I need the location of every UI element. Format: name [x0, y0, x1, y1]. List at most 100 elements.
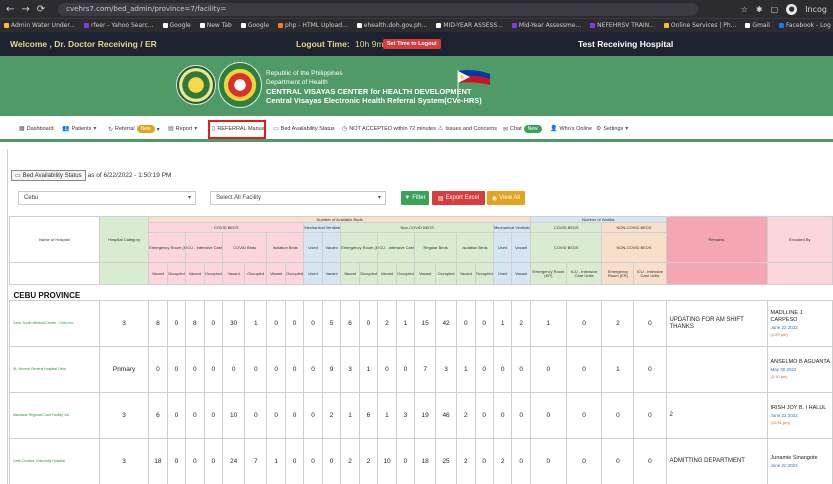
header-sub-label: Vacant — [414, 262, 437, 285]
table-row[interactable]: Mandaue Regional Care Facility, Inc. 3 6 0 0… — [9, 392, 833, 439]
header-vacant: Vacant — [511, 232, 531, 263]
menu-referral[interactable]: ↻ Referral New ▾ — [108, 125, 160, 133]
star-icon[interactable]: ☆ — [741, 5, 748, 14]
bookmark-item[interactable]: Google — [162, 22, 191, 29]
back-icon[interactable]: ← — [6, 4, 14, 15]
header-sub-label: Vacant — [511, 262, 531, 285]
filter-button-label: Filter — [412, 195, 426, 201]
menu-settings[interactable]: ⚙ Settings ▾ — [596, 125, 629, 133]
value-cell: 0 — [395, 438, 416, 484]
facility-select[interactable]: Select All Facility ▾ — [210, 191, 386, 205]
menu-dashboard-label: Dashboard — [26, 125, 54, 132]
value-cell: 0 — [284, 300, 305, 347]
bookmark-label: New Tab — [206, 22, 232, 29]
chevron-down-icon: ▾ — [377, 195, 381, 201]
value-cell: 0 — [166, 346, 187, 393]
encoded-time: (2:10 pm) — [770, 374, 788, 379]
bookmark-label: Online Services | Ph... — [670, 22, 737, 29]
encoded-time: (1:29 pm) — [770, 331, 788, 337]
bookmark-item[interactable]: Google — [240, 22, 270, 29]
value-cell: 0 — [358, 300, 379, 347]
header-sub-label: Occupied — [435, 262, 458, 285]
bookmark-label: Facebook - Log in o... — [785, 22, 833, 29]
bookmark-label: NEFEHRSV TRAIN... — [597, 22, 655, 29]
menu-bed-availability[interactable]: ▭ Bed Availability Status — [273, 125, 335, 133]
bookmark-item[interactable]: Admin Water Under... — [4, 22, 75, 29]
philippine-flag-icon — [457, 70, 490, 98]
bookmark-item[interactable]: Online Services | Ph... — [663, 22, 737, 29]
reload-icon[interactable]: ⟳ — [37, 4, 45, 15]
header-non-covid-beds: Non-COVID BEDS — [340, 222, 494, 233]
menu-dashboard[interactable]: ▦ Dashboard — [19, 125, 54, 133]
category-cell: Primary — [98, 346, 150, 393]
value-cell: 0 — [244, 346, 268, 393]
category-cell: 3 — [98, 438, 150, 484]
view-all-button[interactable]: ◉ View All — [487, 191, 525, 205]
filter-button[interactable]: ▼ Filter — [401, 191, 429, 205]
value-cell: 6 — [340, 300, 360, 347]
bookmark-item[interactable]: ehealth.doh.gov.ph... — [356, 22, 428, 29]
value-cell: 0 — [222, 346, 246, 393]
value-cell: 0 — [203, 346, 224, 393]
dashboard-icon: ▦ — [19, 126, 25, 132]
table-row[interactable]: Cebu Doctors' University Hospital 3 18 0 0 0 2… — [9, 438, 833, 484]
bookmark-label: Google — [247, 22, 270, 29]
menu-referral-label: Referral — [115, 126, 135, 132]
header-covid-beds-sub: COVID Beds — [222, 232, 268, 263]
province-select[interactable]: Cebu ▾ — [18, 191, 196, 205]
value-cell: 18 — [148, 438, 168, 484]
forward-icon[interactable]: → — [21, 4, 29, 15]
menu-who-online[interactable]: 👤 Who's Online — [550, 125, 592, 133]
bookmark-label: ehealth.doh.gov.ph... — [363, 22, 428, 29]
header-sub-label: Occupied — [395, 262, 416, 285]
value-cell: 1 — [530, 300, 567, 347]
bookmark-icon — [356, 23, 362, 28]
table-row[interactable]: Cebu South Medical Center - Cebu Inc. 3 8 0… — [9, 300, 833, 347]
bookmark-item[interactable]: rfeer - Yahoo Searc... — [84, 22, 154, 29]
window-icon[interactable]: ▢ — [771, 5, 779, 14]
caret-down-icon: ▾ — [156, 126, 160, 133]
table-row[interactable]: St. Vincent General Hospital Cebu Primary… — [9, 346, 833, 393]
bookmark-item[interactable]: php - HTML Upload... — [278, 22, 348, 29]
menu-chat-label: Chat — [510, 126, 522, 132]
address-bar[interactable]: cvehrs7.com/bed_admin/province=7/facilit… — [58, 2, 699, 16]
bookmark-item[interactable]: New Tab — [199, 22, 232, 29]
bookmark-item[interactable]: Mid-Year Assessme... — [511, 22, 581, 29]
header-sub-label: Used — [492, 262, 513, 285]
value-cell: 1 — [601, 346, 635, 393]
header-sub-label: Vacant — [222, 262, 246, 285]
remarks-cell — [665, 346, 768, 393]
header-waitlist-covid: COVID BEDS — [529, 232, 603, 263]
value-cell: 42 — [435, 300, 458, 347]
extensions-icon[interactable]: ✱ — [756, 5, 763, 14]
set-logout-button[interactable]: Set Time to Logout — [383, 39, 441, 49]
bookmark-item[interactable]: Gmail — [745, 22, 770, 29]
bookmark-item[interactable]: MID-YEAR ASSESS... — [436, 22, 503, 29]
caret-down-icon: ▾ — [93, 126, 97, 132]
caret-down-icon: ▾ — [625, 126, 629, 132]
export-excel-button[interactable]: ▤ Export Excel — [432, 191, 485, 205]
menu-chat[interactable]: ✉ Chat New — [503, 125, 542, 133]
banner-line4: Central Visayas Electronic Health Referr… — [266, 96, 482, 105]
menu-not-accepted[interactable]: ◷ NOT ACCEPTED within 72 minutes — [342, 125, 436, 133]
value-cell: 0 — [185, 438, 205, 484]
header-sub-label: Vacant — [266, 262, 286, 285]
bookmark-item[interactable]: Facebook - Log in o... — [778, 22, 833, 29]
banner-line3: CENTRAL VISAYAS CENTER for HEALTH DEVELO… — [266, 87, 472, 96]
menu-issues[interactable]: ⚠ Issues and Concerns — [438, 125, 497, 133]
value-cell: 0 — [633, 300, 667, 347]
bed-availability-button[interactable]: ▭ Bed Availability Status — [11, 170, 86, 181]
encoded-date: June 22 2022 — [770, 413, 798, 418]
bookmark-item[interactable]: NEFEHRSV TRAIN... — [590, 22, 655, 29]
bookmark-icon — [590, 23, 596, 28]
profile-icon[interactable]: ● — [786, 3, 798, 15]
header-mech-vent: Mechanical Ventilators — [303, 222, 342, 233]
chat-new-badge: New — [523, 125, 542, 133]
value-cell: 0 — [601, 392, 635, 439]
menu-report[interactable]: ▤ Report ▾ — [168, 125, 197, 133]
value-cell: 0 — [303, 300, 323, 347]
value-cell: 2 — [340, 438, 360, 484]
banner: Republic of the Philippines Department o… — [0, 56, 833, 116]
header-sub-label: Vacant — [185, 262, 205, 285]
menu-patients[interactable]: 👥 Patients ▾ — [62, 125, 97, 133]
